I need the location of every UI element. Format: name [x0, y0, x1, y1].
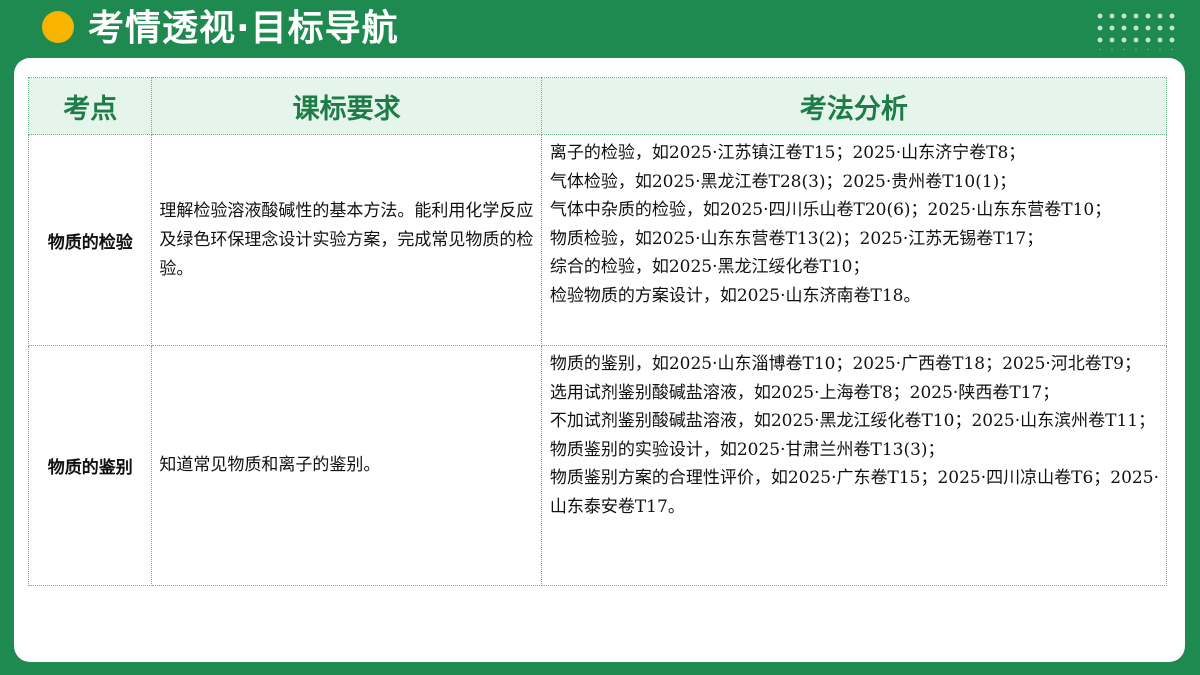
analysis-line: 不加试剂鉴别酸碱盐溶液，如2025·黑龙江绥化卷T10；2025·山东滨州卷T1… — [549, 411, 1156, 432]
analysis-line: 检验物质的方案设计，如2025·山东济南卷T18。 — [549, 285, 921, 306]
analysis-cell: 物质的鉴别，如2025·山东淄博卷T10；2025·广西卷T18；2025·河北… — [540, 345, 1168, 586]
requirement-cell: 理解检验溶液酸碱性的基本方法。能利用化学反应及绿色环保理念设计实验方案，完成常见… — [151, 134, 542, 346]
table-header-row: 考点 课标要求 考法分析 — [27, 77, 1168, 135]
exam-analysis-table: 考点 课标要求 考法分析 物质的检验 理解检验溶液酸碱性的基本方法。能利用化学反… — [27, 77, 1168, 586]
dot-pattern-decoration — [1094, 10, 1178, 50]
analysis-line: 气体检验，如2025·黑龙江卷T28(3)；2025·贵州卷T10(1)； — [549, 171, 1017, 192]
title-bullet-icon — [42, 11, 74, 43]
analysis-line: 选用试剂鉴别酸碱盐溶液，如2025·上海卷T8；2025·陕西卷T17； — [549, 382, 1060, 403]
analysis-line: 物质鉴别方案的合理性评价，如2025·广东卷T15；2025·四川凉山卷T6；2… — [549, 468, 1159, 517]
analysis-cell: 离子的检验，如2025·江苏镇江卷T15；2025·山东济宁卷T8； 气体检验，… — [540, 134, 1168, 346]
exam-point-cell: 物质的检验 — [27, 134, 153, 346]
requirement-cell: 知道常见物质和离子的鉴别。 — [151, 345, 542, 586]
content-card: 考点 课标要求 考法分析 物质的检验 理解检验溶液酸碱性的基本方法。能利用化学反… — [14, 58, 1185, 662]
table-row: 物质的检验 理解检验溶液酸碱性的基本方法。能利用化学反应及绿色环保理念设计实验方… — [27, 134, 1168, 346]
column-header-point: 考点 — [27, 77, 153, 135]
analysis-line: 物质的鉴别，如2025·山东淄博卷T10；2025·广西卷T18；2025·河北… — [549, 354, 1141, 374]
table-row: 物质的鉴别 知道常见物质和离子的鉴别。 物质的鉴别，如2025·山东淄博卷T10… — [27, 345, 1168, 586]
column-header-analysis: 考法分析 — [540, 77, 1168, 135]
exam-point-cell: 物质的鉴别 — [27, 345, 153, 586]
analysis-line: 综合的检验，如2025·黑龙江绥化卷T10； — [549, 257, 870, 278]
page-title: 考情透视·目标导航 — [88, 8, 399, 49]
analysis-line: 气体中杂质的检验，如2025·四川乐山卷T20(6)；2025·山东东营卷T10… — [549, 200, 1112, 221]
analysis-line: 物质检验，如2025·山东东营卷T13(2)；2025·江苏无锡卷T17； — [549, 228, 1044, 249]
title-bar: 考情透视·目标导航 — [0, 0, 1200, 58]
analysis-line: 离子的检验，如2025·江苏镇江卷T15；2025·山东济宁卷T8； — [549, 143, 1026, 163]
column-header-requirement: 课标要求 — [151, 77, 542, 135]
analysis-line: 物质鉴别的实验设计，如2025·甘肃兰州卷T13(3)； — [549, 439, 945, 460]
